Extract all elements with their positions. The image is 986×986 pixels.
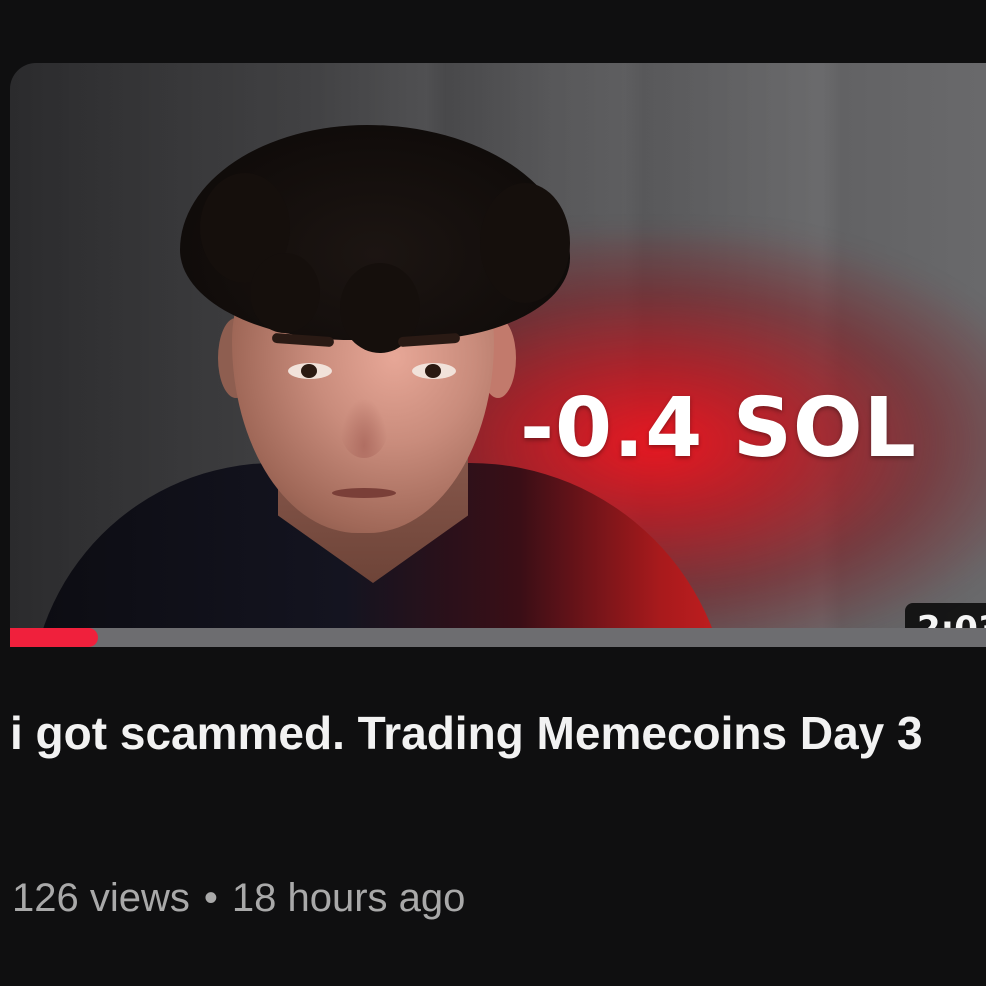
person-eye-right	[412, 363, 456, 379]
thumbnail-overlay-text: -0.4 SOL	[520, 381, 917, 476]
watch-progress-fill	[10, 628, 98, 647]
watch-progress-bar	[10, 628, 986, 647]
video-title[interactable]: i got scammed. Trading Memecoins Day 3	[10, 700, 950, 766]
video-thumbnail[interactable]: -0.4 SOL 2:03	[10, 63, 986, 647]
person-figure	[10, 63, 770, 647]
person-eye-left	[288, 363, 332, 379]
upload-age: 18 hours ago	[231, 876, 466, 920]
video-metadata: 126 views • 18 hours ago	[12, 876, 465, 921]
person-nose	[340, 398, 388, 458]
person-mouth	[332, 488, 396, 498]
view-count: 126 views	[12, 876, 190, 920]
hair-curl	[480, 183, 570, 303]
meta-separator: •	[203, 876, 218, 920]
hair-curl	[250, 253, 320, 333]
